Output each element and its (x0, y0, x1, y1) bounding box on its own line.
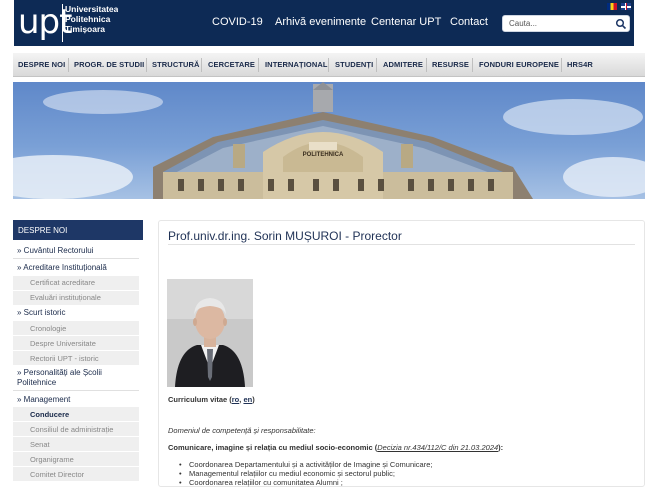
menu-admitere[interactable]: ADMITERE (383, 60, 423, 69)
search-input[interactable] (507, 17, 607, 30)
menu-programe-studii[interactable]: PROGR. DE STUDII (74, 60, 144, 69)
nav-centenar[interactable]: Centenar UPT (371, 16, 441, 28)
page-title: Prof.univ.dr.ing. Sorin MUȘUROI - Prorec… (168, 229, 402, 243)
sidebar-item-management[interactable]: » Management (13, 395, 139, 405)
menu-separator (472, 58, 473, 72)
menu-hrs4r[interactable]: HRS4R (567, 60, 593, 69)
menu-fonduri-europene[interactable]: FONDURI EUROPENE (479, 60, 559, 69)
search-icon[interactable] (615, 18, 627, 30)
sidebar-item-comitet-director[interactable]: Comitet Director (13, 467, 139, 482)
building-label: POLITEHNICA (303, 152, 344, 158)
menu-international[interactable]: INTERNAȚIONAL (265, 60, 328, 69)
sidebar-item-personalitati[interactable]: » Personalități ale Școlii Politehnice (13, 368, 139, 388)
sidebar-heading[interactable]: DESPRE NOI (13, 220, 143, 240)
sidebar-item-rectorii[interactable]: Rectorii UPT - istoric (13, 351, 139, 366)
nav-covid[interactable]: COVID-19 (212, 16, 263, 28)
responsibility-area: Comunicare, imagine și relația cu mediul… (168, 443, 503, 452)
menu-separator (561, 58, 562, 72)
main-menu: DESPRE NOI PROGR. DE STUDII STRUCTURĂ CE… (13, 53, 645, 77)
menu-separator (328, 58, 329, 72)
search-box (502, 15, 630, 32)
sidebar-item-organigrame[interactable]: Organigrame (13, 452, 139, 467)
romanian-flag-icon[interactable] (607, 3, 617, 10)
logo-line-3: Timișoara (65, 24, 106, 34)
menu-separator (376, 58, 377, 72)
nav-archive[interactable]: Arhivă evenimente (275, 16, 366, 28)
cv-close: ) (252, 395, 255, 404)
competence-intro: Domeniul de competență și responsabilita… (168, 426, 316, 435)
menu-studenti[interactable]: STUDENȚI (335, 60, 373, 69)
english-flag-icon[interactable] (621, 3, 631, 10)
site-header: upt Universitatea Politehnica Timișoara … (0, 0, 650, 48)
menu-separator (201, 58, 202, 72)
politehnica-building-illustration: POLITEHNICA (13, 82, 645, 199)
prorector-portrait (167, 279, 253, 387)
list-item: Managementul relațiilor cu mediul econom… (179, 469, 432, 478)
sidebar-item-acreditare[interactable]: » Acreditare Instituțională (13, 263, 139, 273)
cv-link-en[interactable]: en (243, 395, 252, 404)
title-divider (168, 244, 635, 245)
menu-separator (258, 58, 259, 72)
logo-abbreviation: upt (18, 2, 72, 42)
upt-logo[interactable]: upt Universitatea Politehnica Timișoara (14, 0, 118, 46)
cv-label: Curriculum vitae ( (168, 395, 232, 404)
logo-line-2: Politehnica (65, 14, 111, 24)
sidebar-item-cuvantul-rectorului[interactable]: » Cuvântul Rectorului (13, 246, 139, 256)
menu-cercetare[interactable]: CERCETARE (208, 60, 255, 69)
logo-wordmark: Universitatea Politehnica Timișoara (65, 4, 118, 34)
logo-line-1: Universitatea (65, 4, 119, 14)
curriculum-vitae: Curriculum vitae (ro, en) (168, 395, 255, 404)
decision-link[interactable]: Decizia nr.434/112/C din 21.03.2024 (377, 443, 498, 452)
list-item: Coordonarea relațiilor cu comunitatea Al… (179, 478, 432, 487)
sidebar-menu: DESPRE NOI » Cuvântul Rectorului » Acred… (13, 220, 143, 487)
logo-divider (62, 4, 63, 42)
sidebar-item-evaluari[interactable]: Evaluări instituționale (13, 291, 139, 306)
sidebar-divider (13, 258, 139, 259)
sidebar-item-despre-universitate[interactable]: Despre Universitate (13, 336, 139, 351)
menu-separator (146, 58, 147, 72)
sidebar-item-conducere[interactable]: Conducere (13, 407, 139, 422)
sidebar-item-consiliul-administratie[interactable]: Consiliul de administrație (13, 422, 139, 437)
sidebar-item-senat[interactable]: Senat (13, 437, 139, 452)
area-paren-close: ): (498, 443, 504, 452)
sidebar-item-certificat[interactable]: Certificat acreditare (13, 276, 139, 291)
portrait-image (167, 279, 253, 387)
menu-separator (426, 58, 427, 72)
menu-separator (68, 58, 69, 72)
menu-despre-noi[interactable]: DESPRE NOI (18, 60, 65, 69)
nav-contact[interactable]: Contact (450, 16, 488, 28)
list-item: Coordonarea Departamentului și a activit… (179, 460, 432, 469)
sidebar-divider (13, 390, 139, 391)
menu-resurse[interactable]: RESURSE (432, 60, 469, 69)
content-panel: Prof.univ.dr.ing. Sorin MUȘUROI - Prorec… (158, 220, 645, 487)
sidebar-item-scurt-istoric[interactable]: » Scurt istoric (13, 308, 139, 318)
sidebar-item-cronologie[interactable]: Cronologie (13, 321, 139, 336)
responsibilities-list: Coordonarea Departamentului și a activit… (179, 460, 432, 487)
banner-image: POLITEHNICA (13, 82, 645, 199)
area-title: Comunicare, imagine și relația cu mediul… (168, 443, 373, 452)
menu-structura[interactable]: STRUCTURĂ (152, 60, 200, 69)
